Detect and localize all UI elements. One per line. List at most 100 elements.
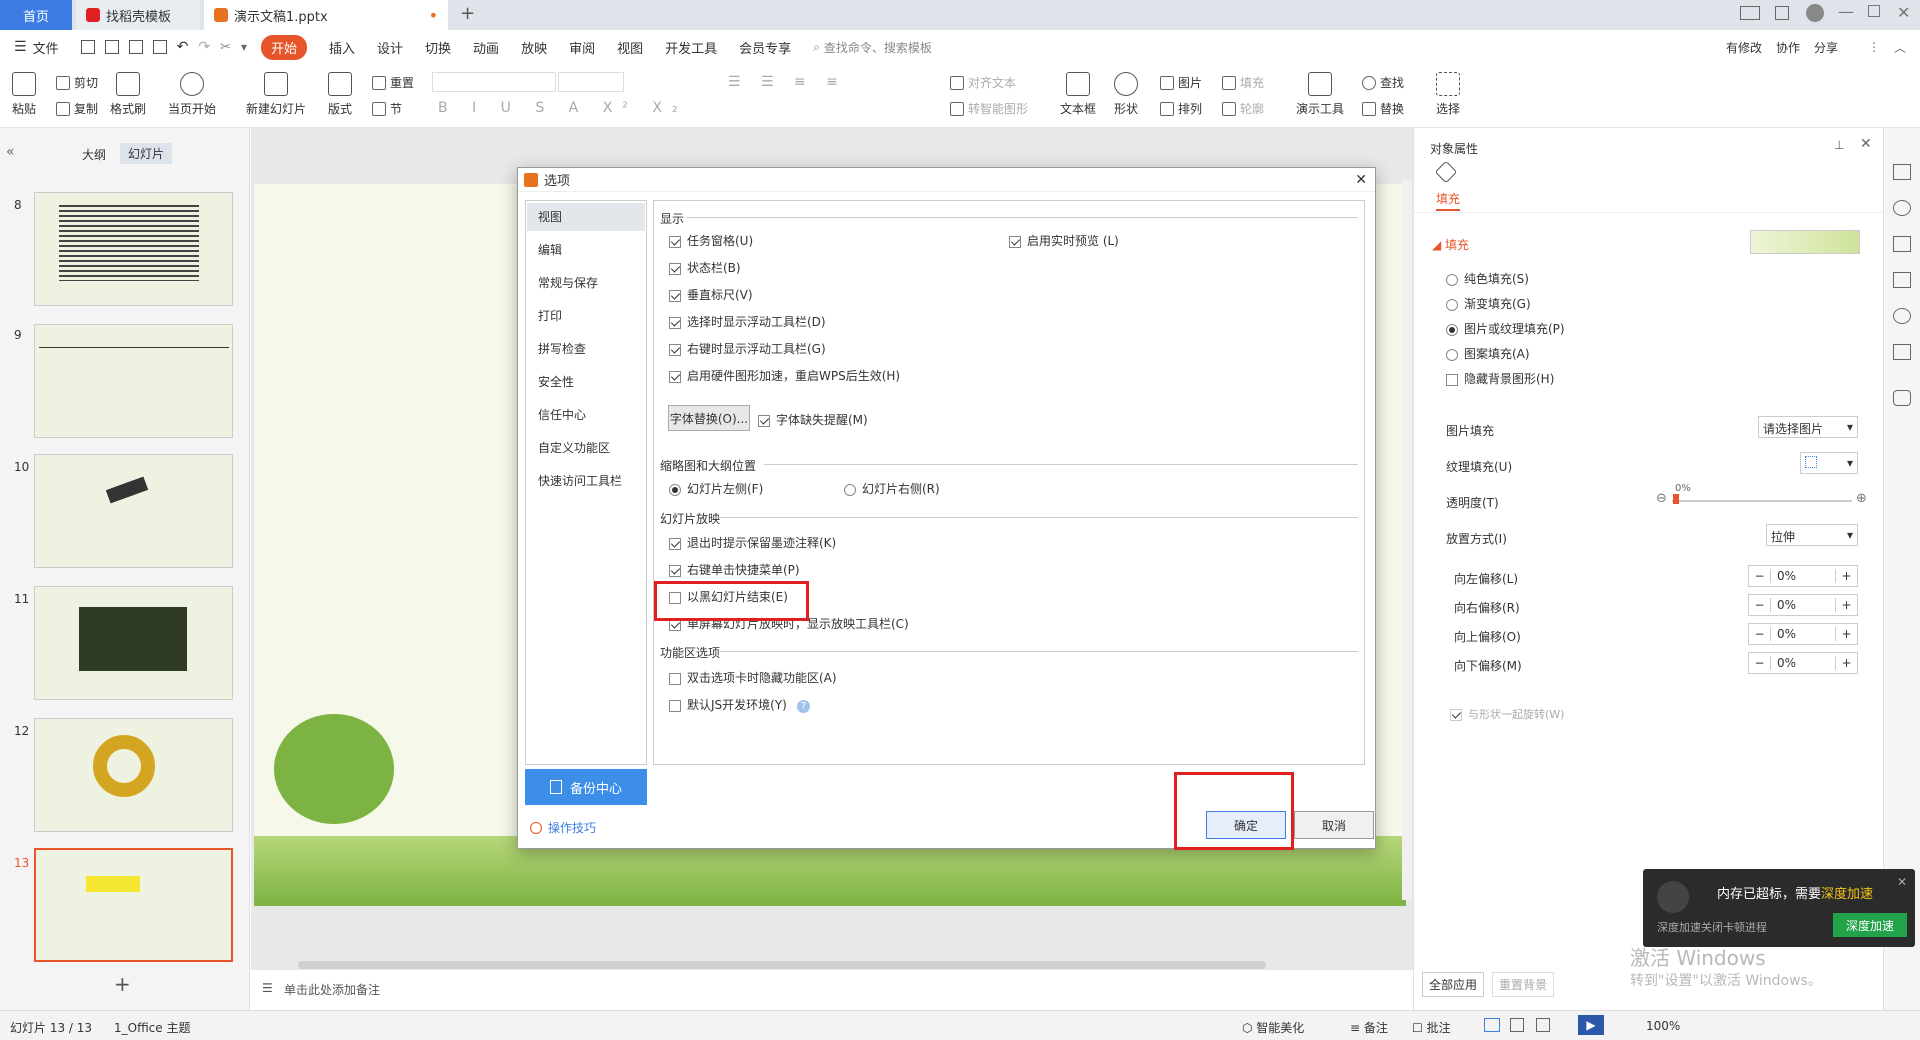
option-font-missing[interactable]: 字体缺失提醒(M): [758, 411, 868, 428]
option-thumb-left[interactable]: 幻灯片左侧(F): [669, 480, 763, 497]
maximize-icon[interactable]: [1868, 5, 1880, 17]
reset-bg-button[interactable]: 重置背景: [1492, 972, 1555, 997]
horizontal-scrollbar[interactable]: [298, 961, 1266, 969]
play-from-current-button[interactable]: 当页开始: [168, 72, 216, 117]
command-search[interactable]: 查找命令、搜索模板: [824, 39, 932, 56]
offset-right-stepper[interactable]: −0% +: [1748, 594, 1858, 616]
pin-icon[interactable]: ⊥: [1834, 138, 1844, 152]
smart-beautify-button[interactable]: ⬡ 智能美化: [1242, 1019, 1304, 1036]
offset-right-value[interactable]: 0%: [1771, 598, 1835, 612]
plus-icon[interactable]: +: [1835, 598, 1857, 612]
avatar[interactable]: [1806, 4, 1824, 22]
print-icon[interactable]: [128, 40, 143, 54]
minus-icon[interactable]: −: [1749, 569, 1771, 583]
menu-design[interactable]: 设计: [377, 38, 403, 57]
nav-print[interactable]: 打印: [527, 302, 645, 330]
menu-member[interactable]: 会员专享: [739, 38, 791, 57]
minimize-icon[interactable]: —: [1838, 2, 1854, 21]
paragraph-buttons[interactable]: ☰ ☰ ≡ ≡: [728, 74, 846, 90]
tips-link[interactable]: 操作技巧: [530, 819, 596, 836]
placement-select[interactable]: 拉伸 ▾: [1766, 524, 1858, 546]
nav-view[interactable]: 视图: [527, 203, 645, 231]
shape-button[interactable]: 形状: [1114, 72, 1138, 117]
rotate-with-shape-checkbox[interactable]: 与形状一起旋转(W): [1450, 706, 1564, 722]
fill-picture-radio[interactable]: 图片或纹理填充(P): [1446, 320, 1565, 337]
tab-fill[interactable]: 填充: [1436, 190, 1461, 211]
quick-access-dropdown-icon[interactable]: ▾: [241, 40, 247, 54]
rocket-icon[interactable]: [1893, 390, 1911, 406]
arrange-button[interactable]: 排列: [1160, 100, 1202, 117]
slide-thumbnail-10[interactable]: [34, 454, 233, 568]
picture-fill-select[interactable]: 请选择图片 ▾: [1758, 416, 1858, 438]
deep-accelerate-button[interactable]: 深度加速: [1833, 913, 1907, 937]
option-dblclick-hide-ribbon[interactable]: 双击选项卡时隐藏功能区(A): [669, 669, 837, 686]
nav-trust-center[interactable]: 信任中心: [527, 401, 645, 429]
plus-icon[interactable]: +: [1835, 569, 1857, 583]
notification-title-link[interactable]: 深度加速: [1821, 887, 1873, 902]
minus-icon[interactable]: −: [1749, 627, 1771, 641]
offset-bottom-value[interactable]: 0%: [1771, 656, 1835, 670]
close-panel-icon[interactable]: ✕: [1860, 136, 1872, 152]
menu-start[interactable]: 开始: [260, 34, 307, 60]
option-hardware-accel[interactable]: 启用硬件图形加速，重启WPS后生效(H): [669, 367, 900, 384]
vertical-scrollbar[interactable]: [1402, 180, 1412, 900]
plus-circle-icon[interactable]: ⊕: [1856, 491, 1867, 506]
option-thumb-right[interactable]: 幻灯片右侧(R): [844, 480, 940, 497]
book-icon[interactable]: [1893, 344, 1911, 360]
offset-top-stepper[interactable]: −0% +: [1748, 623, 1858, 645]
add-slide-button[interactable]: +: [114, 972, 131, 996]
minus-circle-icon[interactable]: ⊖: [1656, 491, 1667, 506]
collaborate-button[interactable]: 协作: [1776, 39, 1800, 56]
play-slideshow-icon[interactable]: ▶: [1578, 1015, 1604, 1035]
fill-preview-dropdown[interactable]: [1750, 230, 1860, 254]
menu-view[interactable]: 视图: [617, 38, 643, 57]
layout-button[interactable]: 版式: [328, 72, 352, 117]
section-button[interactable]: 节: [372, 100, 402, 117]
fill-solid-radio[interactable]: 纯色填充(S): [1446, 270, 1529, 287]
offset-left-stepper[interactable]: −0% +: [1748, 565, 1858, 587]
option-task-pane[interactable]: 任务窗格(U): [669, 232, 753, 249]
picture-button[interactable]: 图片: [1160, 74, 1202, 91]
collapse-panel-icon[interactable]: «: [6, 144, 15, 160]
tab-home[interactable]: 首页: [0, 0, 72, 30]
grid-apps-icon[interactable]: [1775, 6, 1789, 20]
new-tab-plus-icon[interactable]: +: [460, 3, 475, 24]
undo-icon[interactable]: ↶: [177, 39, 189, 55]
cut-button[interactable]: 剪切: [56, 74, 98, 91]
nav-security[interactable]: 安全性: [527, 368, 645, 396]
slide-thumbnail-11[interactable]: [34, 586, 233, 700]
reading-view-icon[interactable]: [1536, 1018, 1550, 1032]
image-icon[interactable]: [1893, 272, 1911, 288]
slide-thumbnail-9[interactable]: [34, 324, 233, 438]
hide-bg-checkbox[interactable]: 隐藏背景图形(H): [1446, 370, 1554, 387]
offset-top-value[interactable]: 0%: [1771, 627, 1835, 641]
font-family-select[interactable]: [432, 72, 556, 92]
menu-slideshow[interactable]: 放映: [521, 38, 547, 57]
find-button[interactable]: 查找: [1362, 74, 1404, 91]
option-keep-ink[interactable]: 退出时提示保留墨迹注释(K): [669, 534, 836, 551]
close-window-icon[interactable]: ✕: [1897, 3, 1910, 22]
tab-slides[interactable]: 幻灯片: [120, 143, 173, 164]
outline-button[interactable]: 轮廓: [1222, 100, 1264, 117]
new-slide-button[interactable]: 新建幻灯片: [246, 72, 306, 117]
convert-smartart-button[interactable]: 转智能图形: [950, 100, 1028, 117]
help-icon[interactable]: ?: [796, 700, 810, 713]
option-rightclick-menu[interactable]: 右键单击快捷菜单(P): [669, 561, 800, 578]
option-js-env[interactable]: 默认JS开发环境(Y)?: [669, 696, 810, 713]
zoom-level[interactable]: 100%: [1646, 1019, 1680, 1033]
apply-all-button[interactable]: 全部应用: [1422, 972, 1485, 997]
present-tool-button[interactable]: 演示工具: [1296, 72, 1344, 117]
sorter-view-icon[interactable]: [1510, 1018, 1524, 1032]
more-icon[interactable]: ⋮: [1868, 40, 1880, 54]
option-status-bar[interactable]: 状态栏(B): [669, 259, 741, 276]
nav-spell-check[interactable]: 拼写检查: [527, 335, 645, 363]
slider-handle[interactable]: [1673, 494, 1679, 504]
slide-thumbnail-8[interactable]: [34, 192, 233, 306]
panel-title[interactable]: 对象属性: [1430, 140, 1478, 157]
menu-file[interactable]: 文件: [33, 38, 59, 57]
font-size-select[interactable]: [558, 72, 624, 92]
nav-customize-ribbon[interactable]: 自定义功能区: [527, 434, 645, 462]
menu-developer[interactable]: 开发工具: [665, 38, 717, 57]
format-clear-icon[interactable]: ✂: [220, 40, 231, 55]
notes-toggle-button[interactable]: ≡ 备注: [1350, 1019, 1388, 1036]
